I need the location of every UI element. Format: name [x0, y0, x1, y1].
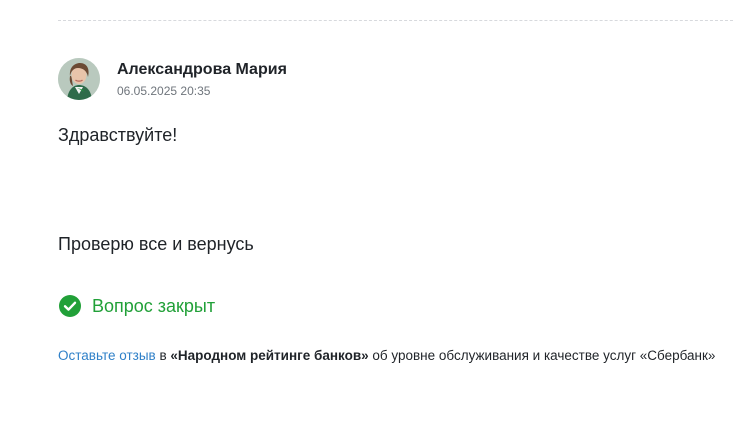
status-label: Вопрос закрыт: [92, 296, 216, 316]
rating-name: «Народном рейтинге банков»: [170, 348, 369, 363]
footer-text-in: в: [155, 348, 171, 363]
leave-review-link[interactable]: Оставьте отзыв: [58, 348, 156, 363]
footer-note: Оставьте отзыв в «Народном рейтинге банк…: [58, 347, 733, 365]
author-meta: Александрова Мария 06.05.2025 20:35: [117, 60, 287, 99]
review-reply-page: Александрова Мария 06.05.2025 20:35 Здра…: [0, 0, 733, 427]
check-circle-icon: [59, 295, 81, 317]
reply-author: Александрова Мария 06.05.2025 20:35: [58, 58, 287, 100]
author-name: Александрова Мария: [117, 60, 287, 78]
divider: [58, 20, 733, 21]
footer-text-rest: об уровне обслуживания и качестве услуг …: [368, 348, 716, 363]
status-closed: Вопрос закрыт: [58, 294, 215, 318]
avatar: [58, 58, 100, 100]
message-body: Проверю все и вернусь: [58, 234, 254, 254]
reply-date: 06.05.2025 20:35: [117, 83, 211, 98]
message-greeting: Здравствуйте!: [58, 125, 178, 145]
avatar-image: [58, 58, 100, 100]
